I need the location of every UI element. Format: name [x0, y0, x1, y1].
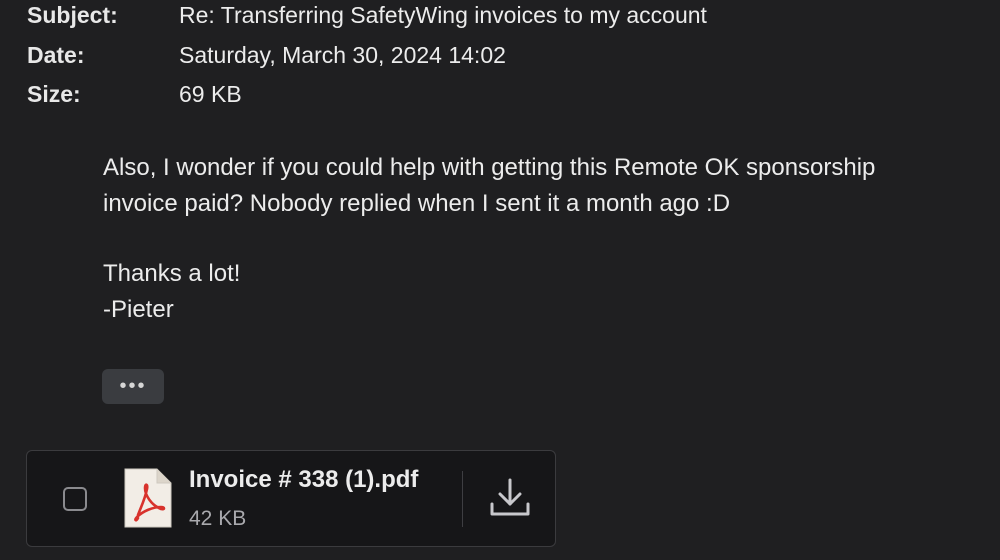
- pdf-icon: [124, 468, 172, 528]
- date-row: Date: Saturday, March 30, 2024 14:02: [27, 36, 707, 75]
- date-value: Saturday, March 30, 2024 14:02: [179, 42, 506, 68]
- attachment-file-size: 42 KB: [189, 507, 247, 530]
- email-body: Also, I wonder if you could help with ge…: [103, 150, 983, 328]
- date-label: Date:: [27, 42, 85, 68]
- subject-row: Subject: Re: Transferring SafetyWing inv…: [27, 0, 707, 36]
- size-row: Size: 69 KB: [27, 75, 707, 114]
- signature: -Pieter: [103, 296, 174, 323]
- size-value: 69 KB: [179, 81, 242, 107]
- download-icon: [490, 478, 530, 516]
- thanks-line: Thanks a lot!: [103, 260, 241, 287]
- attachment-file-name: Invoice # 338 (1).pdf: [189, 466, 419, 493]
- body-line: invoice paid? Nobody replied when I sent…: [103, 190, 731, 217]
- attachment-card[interactable]: Invoice # 338 (1).pdf 42 KB: [26, 450, 556, 547]
- show-quoted-text-button[interactable]: •••: [102, 369, 164, 404]
- email-header: Subject: Re: Transferring SafetyWing inv…: [27, 0, 707, 114]
- download-button[interactable]: [485, 473, 535, 523]
- body-line: Also, I wonder if you could help with ge…: [103, 154, 876, 181]
- email-view: Subject: Re: Transferring SafetyWing inv…: [0, 0, 1000, 560]
- subject-value: Re: Transferring SafetyWing invoices to …: [179, 2, 707, 28]
- size-label: Size:: [27, 81, 81, 107]
- attachment-checkbox[interactable]: [63, 487, 87, 511]
- subject-label: Subject:: [27, 2, 118, 28]
- attachment-divider: [462, 471, 463, 527]
